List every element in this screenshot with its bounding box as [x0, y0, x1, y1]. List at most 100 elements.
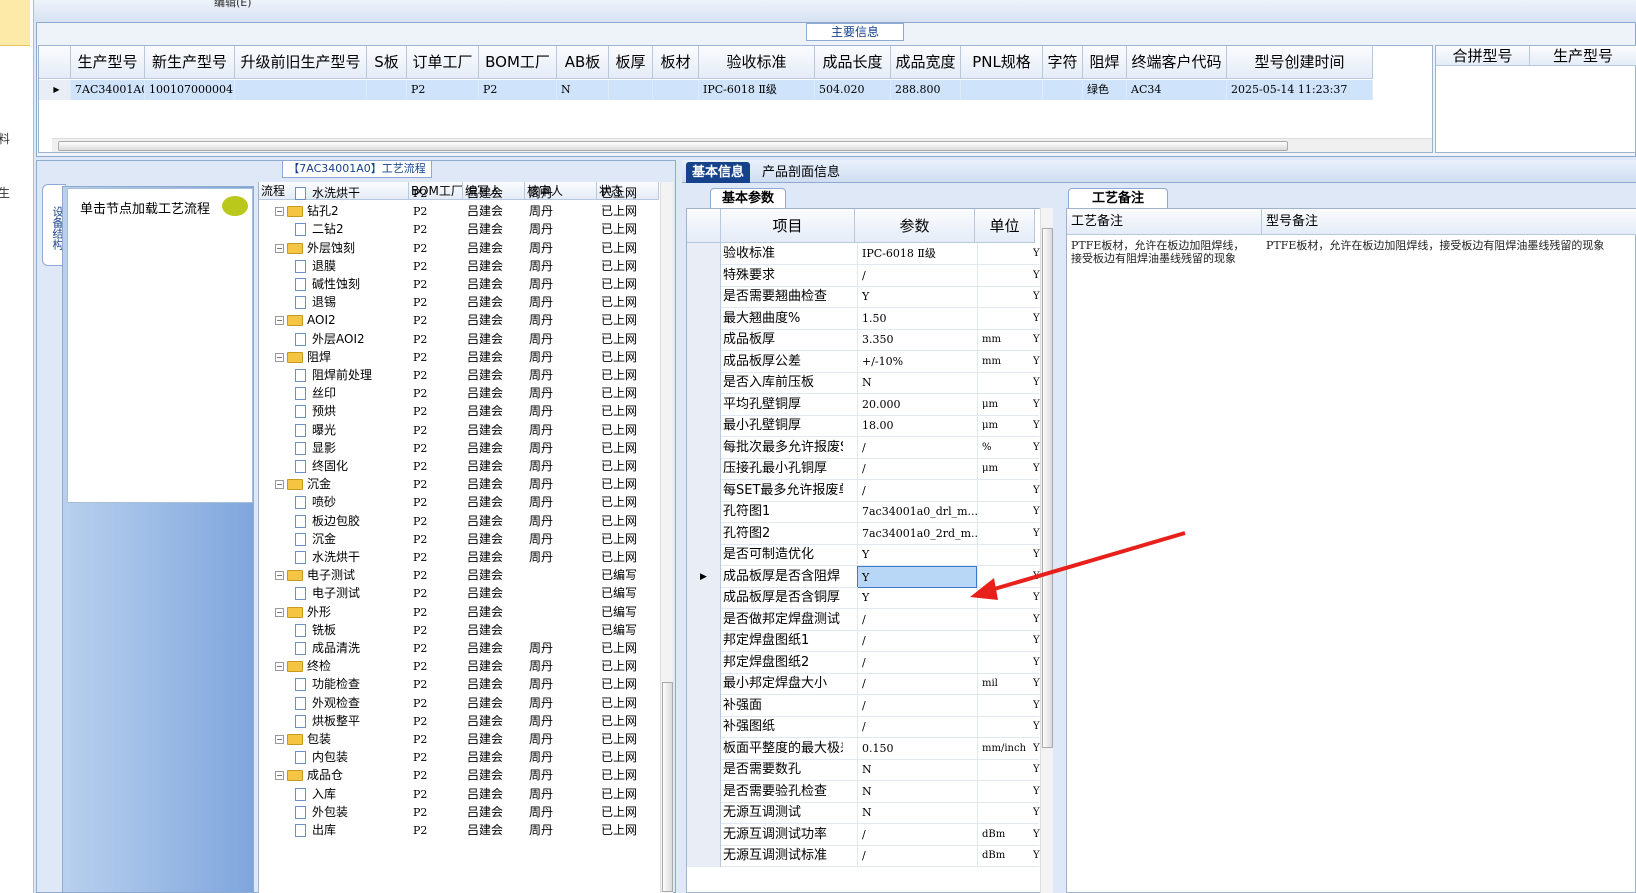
param-value[interactable]: 7ac34001a0_2rd_m...	[857, 522, 977, 545]
param-row[interactable]: 是否需要验孔检查 N Y	[687, 780, 1040, 803]
param-value[interactable]: Y	[857, 544, 977, 566]
row-indicator[interactable]	[687, 716, 721, 738]
param-row[interactable]: 压接孔最小孔铜厚 / μm Y	[687, 458, 1040, 480]
collapse-icon[interactable]: −	[275, 607, 284, 617]
param-value[interactable]: Y	[857, 565, 977, 588]
left-nav-selected[interactable]	[0, 0, 30, 46]
tree-row[interactable]: 喷砂 P2 吕建会 周丹 已上网	[259, 493, 664, 512]
row-indicator[interactable]	[687, 243, 721, 265]
collapse-icon[interactable]: −	[275, 662, 284, 672]
param-value[interactable]: N	[857, 780, 977, 803]
tree-row[interactable]: 阻焊前处理 P2 吕建会 周丹 已上网	[259, 366, 664, 385]
tree-row[interactable]: − 沉金 P2 吕建会 周丹 已上网	[259, 475, 664, 494]
process-remark-text[interactable]: PTFE板材，允许在板边加阻焊线，接受板边有阻焊油墨线残留的现象	[1071, 239, 1251, 265]
param-value[interactable]: 20.000	[857, 393, 977, 416]
param-row[interactable]: 每SET最多允许报废单元/Y	[687, 479, 1040, 502]
tab-profile-info[interactable]: 产品剖面信息	[756, 162, 846, 183]
param-row[interactable]: 是否入库前压板 N Y	[687, 372, 1040, 394]
left-nav-label[interactable]: 料	[0, 130, 10, 147]
tab-basic-info[interactable]: 基本信息	[686, 162, 751, 183]
tree-row[interactable]: 水洗烘干 P2 吕建会 周丹 已上网	[259, 548, 664, 567]
main-grid-hscroll[interactable]	[52, 138, 1432, 152]
column-header[interactable]: 验收标准	[699, 46, 815, 79]
param-row[interactable]: ▶ 成品板厚是否含阻焊 Y Y	[687, 565, 1040, 588]
param-value[interactable]: /	[857, 651, 977, 674]
tree-node[interactable]: − 外形	[275, 603, 415, 622]
column-header[interactable]: 生产型号	[71, 46, 145, 79]
column-header[interactable]: 成品长度	[815, 46, 891, 79]
row-indicator[interactable]	[687, 350, 721, 373]
column-header[interactable]: 合拼型号	[1436, 46, 1530, 66]
row-indicator[interactable]	[687, 759, 721, 781]
tab-process-remark[interactable]: 工艺备注	[1068, 188, 1168, 208]
flow-tree-vscroll[interactable]	[660, 182, 673, 893]
param-value[interactable]: 0.150	[857, 737, 977, 760]
tree-node[interactable]: − 沉金	[275, 475, 415, 494]
tree-node[interactable]: − 外层蚀刻	[275, 239, 415, 258]
table-cell[interactable]: 2025-05-14 11:23:37	[1227, 80, 1373, 100]
tree-row[interactable]: 碱性蚀刻 P2 吕建会 周丹 已上网	[259, 275, 664, 294]
tree-row[interactable]: 内包装 P2 吕建会 周丹 已上网	[259, 748, 664, 767]
tree-row[interactable]: 出库 P2 吕建会 周丹 已上网	[259, 821, 664, 840]
param-row[interactable]: 每批次最多允许报废SET/%Y	[687, 436, 1040, 459]
row-indicator[interactable]	[687, 802, 721, 824]
column-header[interactable]: 生产型号	[1530, 46, 1636, 66]
tree-row[interactable]: 电子测试 P2 吕建会 已编写	[259, 584, 664, 603]
table-cell[interactable]	[653, 80, 699, 100]
scroll-thumb[interactable]	[1042, 228, 1053, 748]
collapse-icon[interactable]: −	[275, 571, 284, 581]
param-row[interactable]: 补强图纸 / Y	[687, 716, 1040, 738]
param-row[interactable]: 孔符图1 7ac34001a0_drl_m... Y	[687, 501, 1040, 523]
tree-row[interactable]: 退锡 P2 吕建会 周丹 已上网	[259, 293, 664, 312]
table-cell[interactable]: 7AC34001A0	[71, 80, 145, 100]
table-cell[interactable]: 绿色	[1083, 80, 1127, 100]
column-header[interactable]: 订单工厂	[407, 46, 479, 79]
param-row[interactable]: 补强面 / Y	[687, 694, 1040, 717]
subtab-basic-params[interactable]: 基本参数	[710, 188, 786, 208]
column-header[interactable]: 终端客户代码	[1127, 46, 1227, 79]
param-row[interactable]: 最大翘曲度% 1.50 Y	[687, 307, 1040, 330]
param-row[interactable]: 是否可制造优化 Y Y	[687, 544, 1040, 566]
model-remark-text[interactable]: PTFE板材，允许在板边加阻焊线，接受板边有阻焊油墨线残留的现象	[1266, 239, 1626, 252]
column-header[interactable]: AB板	[557, 46, 609, 79]
tree-row[interactable]: 烘板整平 P2 吕建会 周丹 已上网	[259, 712, 664, 731]
column-header[interactable]: PNL规格	[961, 46, 1043, 79]
row-indicator[interactable]	[687, 694, 721, 717]
collapse-icon[interactable]: −	[275, 352, 284, 362]
param-row[interactable]: 板面平整度的最大极差 0.150 mm/inch Y	[687, 737, 1040, 760]
row-indicator[interactable]	[687, 479, 721, 502]
param-row[interactable]: 无源互调测试标准 / dBm Y	[687, 845, 1040, 867]
param-value[interactable]: N	[857, 802, 977, 824]
left-nav-label[interactable]: 生	[0, 184, 10, 201]
tree-row[interactable]: 板边包胶 P2 吕建会 周丹 已上网	[259, 512, 664, 531]
param-value[interactable]: /	[857, 436, 977, 459]
param-value[interactable]: 1.50	[857, 307, 977, 330]
tree-node[interactable]: − 钻孔2	[275, 202, 415, 221]
row-indicator[interactable]	[687, 329, 721, 351]
param-row[interactable]: 最小孔壁铜厚 18.00 μm Y	[687, 415, 1040, 437]
scroll-thumb[interactable]	[58, 141, 1288, 151]
table-cell[interactable]	[961, 80, 1043, 100]
row-indicator[interactable]	[687, 436, 721, 459]
row-indicator[interactable]	[687, 845, 721, 867]
param-value[interactable]: /	[857, 694, 977, 717]
param-row[interactable]: 孔符图2 7ac34001a0_2rd_m... Y	[687, 522, 1040, 545]
tree-row[interactable]: 入库 P2 吕建会 周丹 已上网	[259, 785, 664, 804]
row-indicator[interactable]	[687, 651, 721, 674]
param-row[interactable]: 验收标准 IPC-6018 Ⅱ级 Y	[687, 243, 1040, 265]
param-row[interactable]: 是否需要数孔 N Y	[687, 759, 1040, 781]
param-value[interactable]: /	[857, 608, 977, 631]
row-indicator[interactable]	[687, 544, 721, 566]
tree-row[interactable]: 曝光 P2 吕建会 周丹 已上网	[259, 421, 664, 440]
param-column-header[interactable]: 项目	[721, 209, 855, 243]
tree-node[interactable]: − 包装	[275, 730, 415, 749]
param-row[interactable]: 是否需要翘曲检查 Y Y	[687, 286, 1040, 308]
tree-row[interactable]: 外观检查 P2 吕建会 周丹 已上网	[259, 694, 664, 713]
param-row[interactable]: 是否做邦定焊盘测试 / Y	[687, 608, 1040, 631]
row-indicator[interactable]	[687, 522, 721, 545]
param-row[interactable]: 最小邦定焊盘大小 / mil Y	[687, 673, 1040, 695]
tree-row[interactable]: − 成品仓 P2 吕建会 周丹 已上网	[259, 766, 664, 785]
row-indicator[interactable]	[687, 501, 721, 523]
row-indicator[interactable]	[687, 372, 721, 394]
scroll-thumb[interactable]	[662, 682, 673, 892]
